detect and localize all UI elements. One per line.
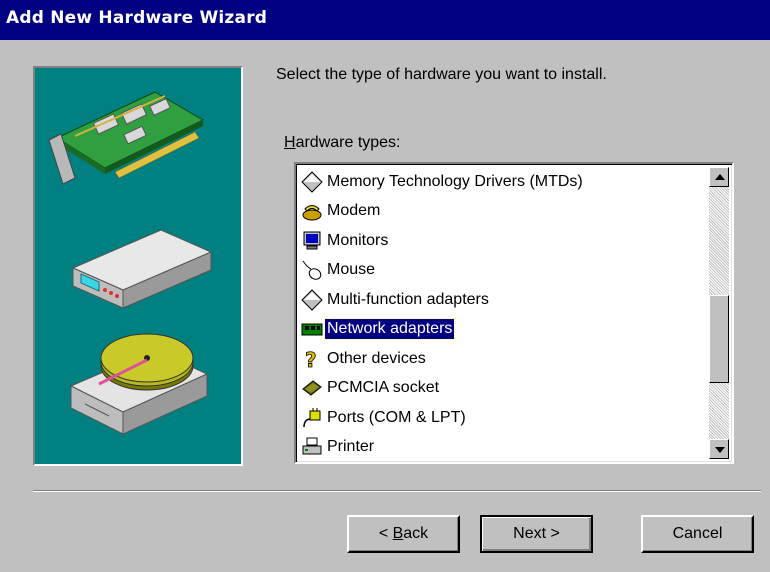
modem-icon — [302, 205, 322, 221]
list-item-label: Ports (COM & LPT) — [327, 408, 466, 426]
cancel-button[interactable]: Cancel — [641, 515, 754, 553]
arrow-up-icon — [715, 174, 725, 180]
list-item-memory-technology-drivers[interactable]: Memory Technology Drivers (MTDs) — [299, 167, 709, 197]
list-item-label: Monitors — [327, 231, 389, 249]
arrow-down-icon — [715, 447, 725, 453]
instruction-text: Select the type of hardware you want to … — [276, 66, 607, 83]
list-item-modem[interactable]: Modem — [299, 197, 709, 227]
scroll-up-button[interactable] — [709, 167, 729, 187]
list-item-label: Multi-function adapters — [327, 290, 489, 308]
hardware-types-label: Hardware types: — [284, 134, 401, 152]
list-item-printer[interactable]: Printer — [299, 433, 709, 463]
expansion-card-icon — [48, 91, 205, 185]
window-title: Add New Hardware Wizard — [6, 8, 268, 28]
external-modem-icon — [71, 229, 213, 309]
wizard-window: Add New Hardware Wizard Select the type … — [0, 0, 770, 572]
svg-text:?: ? — [305, 348, 317, 370]
mouse-icon — [302, 260, 322, 281]
next-label: Next > — [513, 525, 560, 542]
hardware-types-listbox[interactable]: Memory Technology Drivers (MTDs) Modem M… — [294, 162, 734, 464]
hardware-types-items: Memory Technology Drivers (MTDs) Modem M… — [299, 167, 709, 462]
list-item-pcmcia-socket[interactable]: PCMCIA socket — [299, 374, 709, 404]
list-item-label: Printer — [327, 438, 375, 456]
back-mnemonic: B — [392, 525, 404, 542]
diamond-icon — [301, 289, 323, 311]
list-item-monitors[interactable]: Monitors — [299, 226, 709, 256]
listbox-scrollbar[interactable] — [709, 167, 729, 459]
hard-disk-icon — [69, 333, 209, 435]
wizard-illustration — [33, 66, 243, 466]
scrollbar-thumb[interactable] — [709, 295, 729, 383]
list-item-other-devices[interactable]: ? Other devices — [299, 344, 709, 374]
back-prefix: < — [378, 525, 393, 542]
list-item-network-adapters[interactable]: Network adapters — [299, 315, 709, 345]
network-card-icon — [301, 323, 323, 336]
label-mnemonic: H — [284, 134, 296, 151]
list-item-label: Other devices — [327, 349, 426, 367]
port-connector-icon — [303, 407, 321, 427]
title-bar[interactable]: Add New Hardware Wizard — [0, 0, 770, 40]
list-item-ports[interactable]: Ports (COM & LPT) — [299, 403, 709, 433]
separator — [33, 490, 761, 492]
cancel-label: Cancel — [672, 525, 723, 542]
back-button[interactable]: < Back — [347, 515, 460, 553]
list-item-mouse[interactable]: Mouse — [299, 256, 709, 286]
monitor-icon — [303, 231, 321, 250]
list-item-label: Memory Technology Drivers (MTDs) — [327, 172, 583, 190]
list-item-label: PCMCIA socket — [327, 379, 440, 397]
list-item-label: Modem — [327, 202, 381, 220]
diamond-icon — [301, 171, 323, 193]
scroll-down-button[interactable] — [709, 439, 729, 459]
list-item-multi-function-adapters[interactable]: Multi-function adapters — [299, 285, 709, 315]
back-rest: ack — [403, 525, 429, 542]
list-item-label: Mouse — [327, 261, 376, 279]
label-rest: ardware types: — [295, 134, 401, 151]
question-mark-icon: ? — [305, 348, 317, 370]
next-button[interactable]: Next > — [480, 515, 593, 553]
pcmcia-card-icon — [302, 380, 322, 396]
printer-icon — [302, 437, 322, 455]
hardware-illustration — [48, 91, 213, 435]
list-item-label: Network adapters — [323, 318, 456, 341]
